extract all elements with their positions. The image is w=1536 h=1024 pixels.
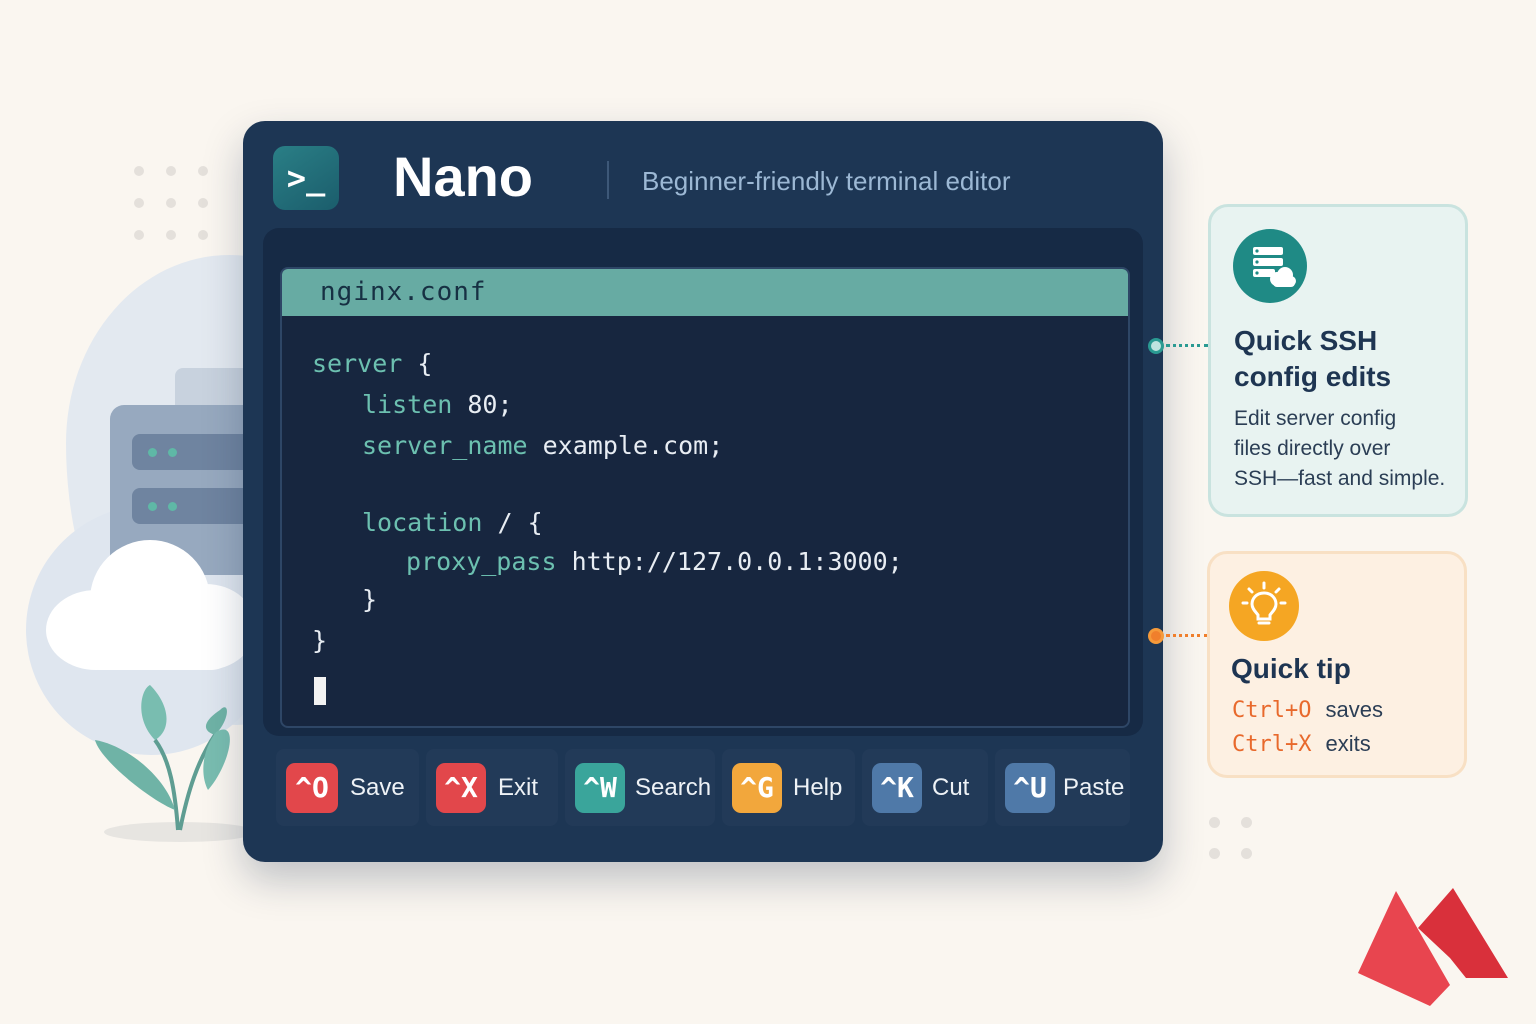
shortcut-help[interactable]: ^G Help: [722, 749, 855, 826]
code-line: server_name example.com;: [362, 431, 724, 460]
tip-item: Ctrl+O saves: [1232, 697, 1383, 723]
quick-tip-card: Quick tip Ctrl+O saves Ctrl+X exits: [1207, 551, 1467, 778]
shortcut-save[interactable]: ^O Save: [276, 749, 419, 826]
card-title: Quick SSH: [1234, 325, 1378, 356]
title-divider: [607, 161, 609, 199]
shortcut-label: Cut: [932, 774, 970, 801]
card-body: files directly over: [1234, 437, 1391, 460]
editor-pane[interactable]: nginx.conf server { listen 80; server_na…: [280, 267, 1130, 728]
code-line: }: [312, 626, 328, 655]
code-line: location / {: [362, 508, 543, 537]
shortcut-key: ^U: [1005, 763, 1055, 813]
code-line: server {: [312, 349, 433, 378]
lightbulb-icon: [1229, 571, 1299, 641]
code-line: listen 80;: [362, 390, 513, 419]
shortcut-label: Search: [635, 774, 712, 801]
shortcut-key: ^W: [575, 763, 625, 813]
connector-line: [1166, 634, 1208, 637]
shortcut-key: ^G: [732, 763, 782, 813]
card-body: Edit server config: [1234, 407, 1397, 430]
nano-window: >_ Nano Beginner-friendly terminal edito…: [243, 121, 1163, 862]
file-name-tab: nginx.conf: [282, 269, 1128, 316]
shortcut-cut[interactable]: ^K Cut: [862, 749, 988, 826]
terminal-icon: >_: [273, 146, 339, 210]
shortcut-key: ^X: [436, 763, 486, 813]
cloud-illustration: [46, 540, 256, 670]
card-title: config edits: [1234, 361, 1392, 392]
ssh-feature-card: Quick SSH config edits Edit server confi…: [1208, 204, 1468, 517]
connector-line: [1166, 344, 1208, 347]
shortcut-key: ^K: [872, 763, 922, 813]
shortcut-exit[interactable]: ^X Exit: [426, 749, 558, 826]
shortcut-label: Exit: [498, 774, 539, 801]
tip-item: Ctrl+X exits: [1232, 731, 1371, 757]
code-line: }: [362, 585, 378, 614]
decorative-dots: [130, 162, 220, 252]
shortcut-paste[interactable]: ^U Paste: [995, 749, 1130, 826]
shortcut-search[interactable]: ^W Search: [565, 749, 715, 826]
shortcut-label: Save: [350, 774, 405, 801]
card-title: Quick tip: [1231, 653, 1351, 684]
shortcut-key: ^O: [286, 763, 338, 813]
app-title: Nano: [393, 145, 533, 208]
shortcut-label: Help: [793, 774, 843, 801]
connector-dot: [1148, 338, 1164, 354]
code-line: proxy_pass http://127.0.0.1:3000;: [406, 547, 903, 576]
connector-dot: [1148, 628, 1164, 644]
brand-logo-icon: [1358, 888, 1508, 1006]
server-cloud-icon: [1233, 229, 1307, 303]
shortcut-label: Paste: [1063, 774, 1125, 801]
app-subtitle: Beginner-friendly terminal editor: [642, 166, 1011, 196]
card-body: SSH—fast and simple.: [1234, 467, 1446, 490]
text-cursor: [314, 677, 326, 705]
